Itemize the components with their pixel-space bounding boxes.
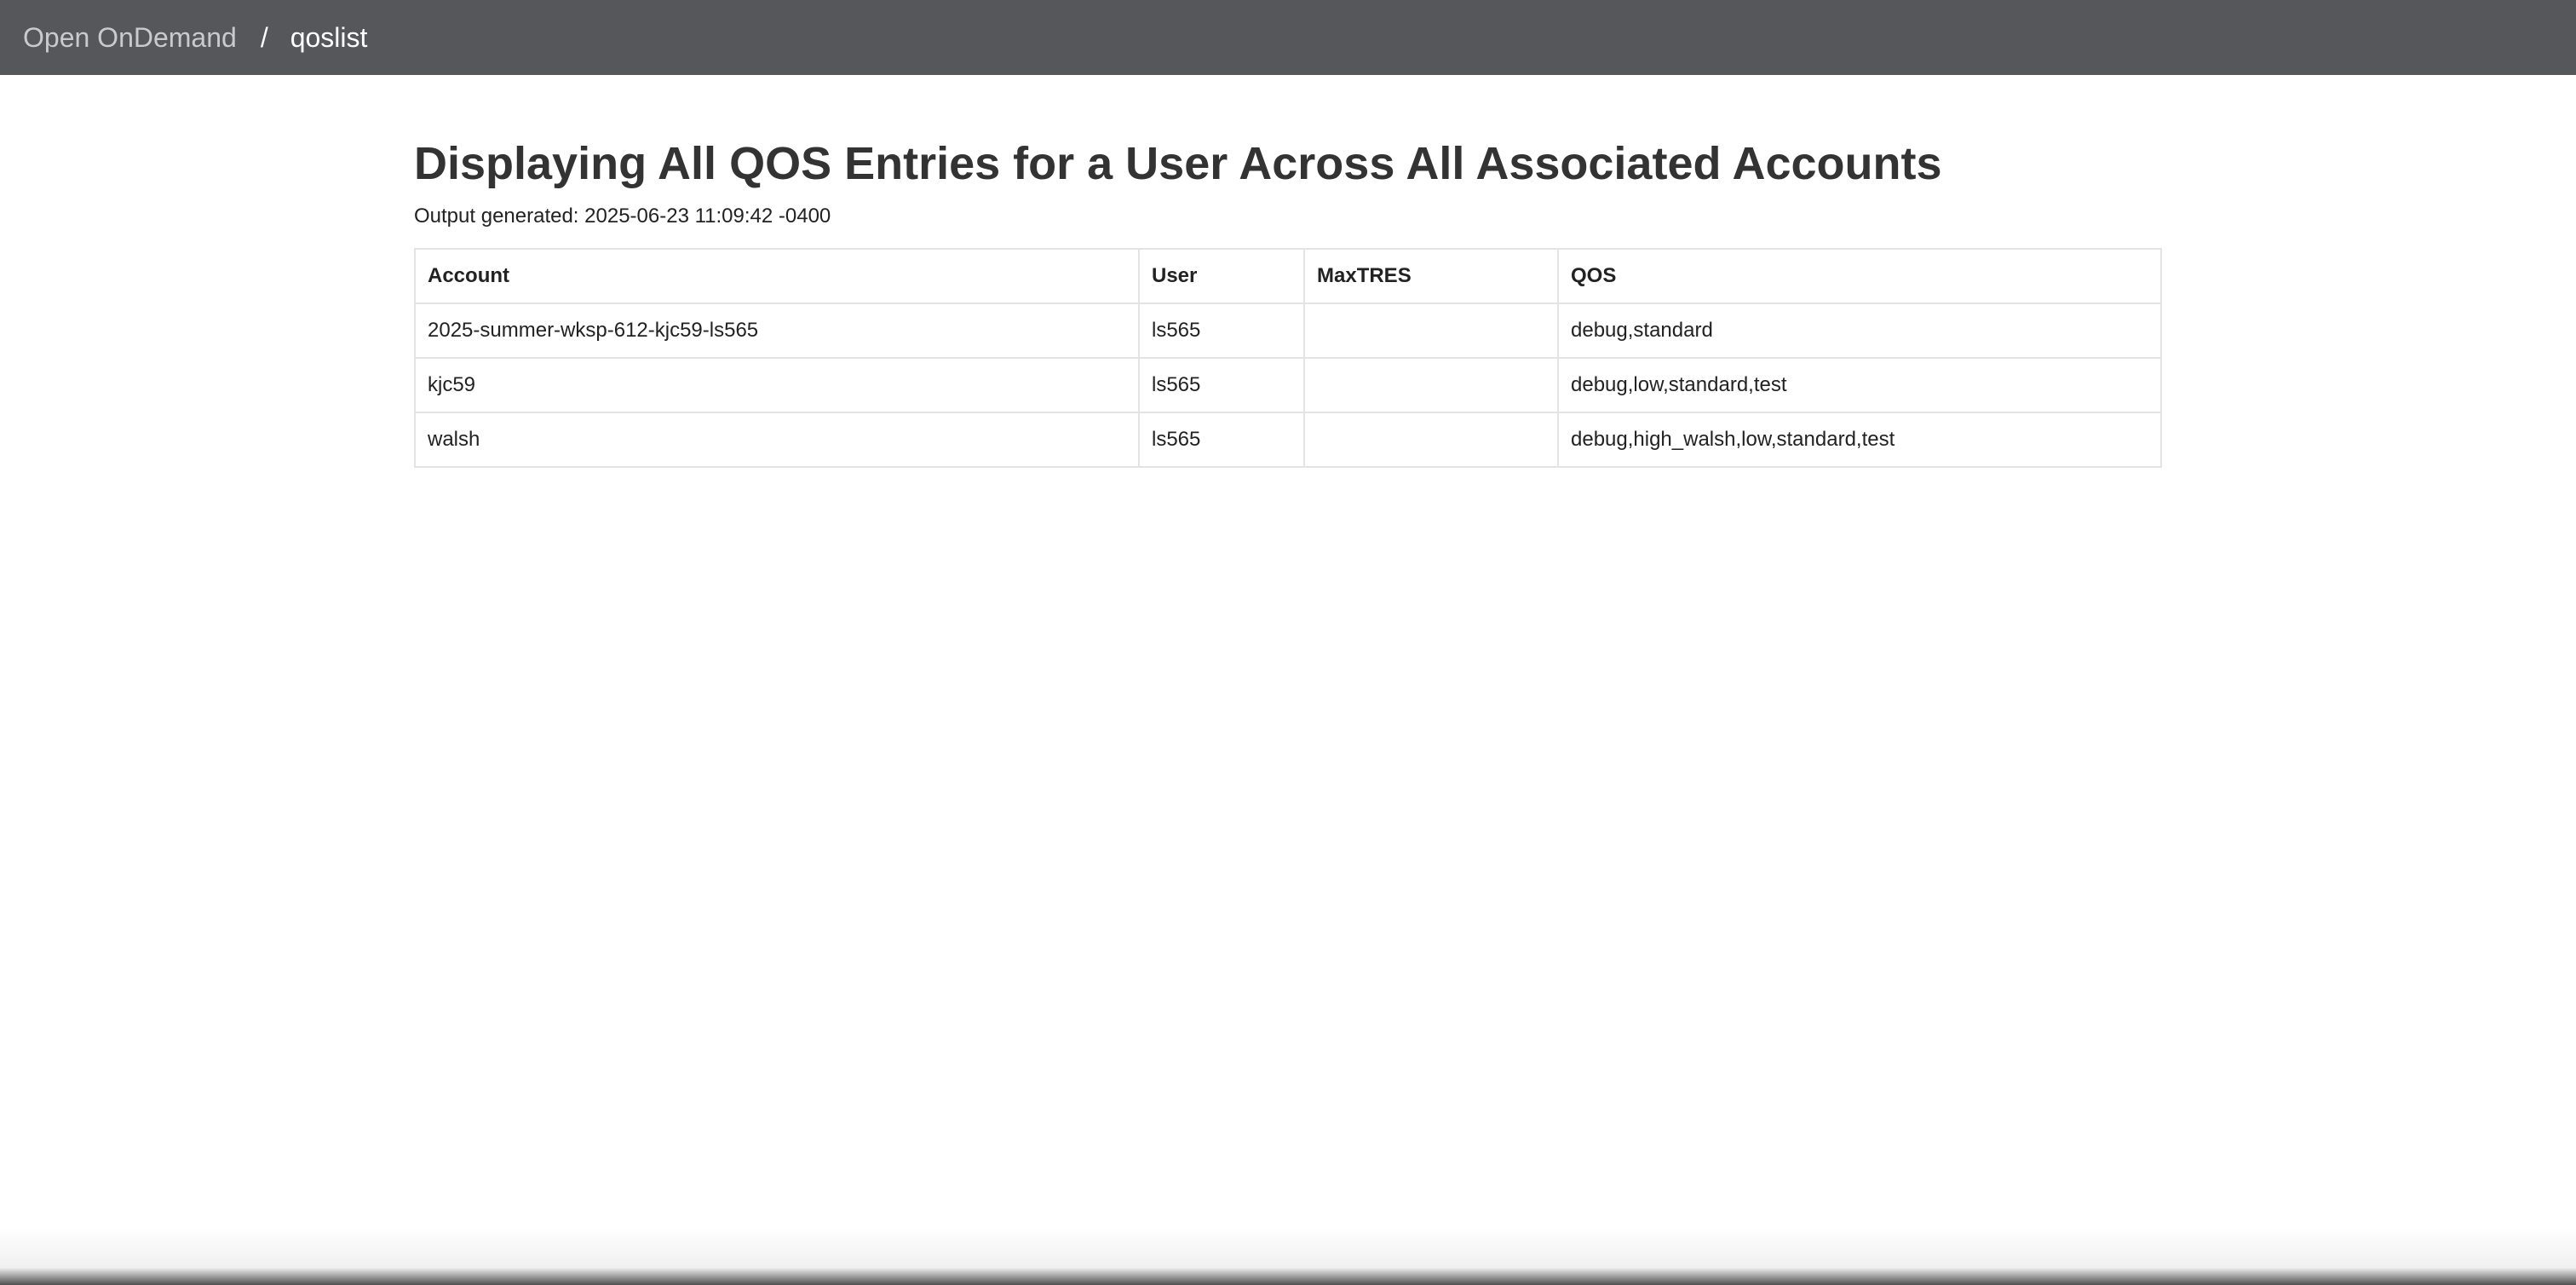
table-header-row: Account User MaxTRES QOS <box>414 248 2162 304</box>
brand-link[interactable]: Open OnDemand <box>23 22 237 54</box>
cell-qos: debug,standard <box>1557 303 2162 359</box>
table-row: kjc59 ls565 debug,low,standard,test <box>414 357 2162 413</box>
header-maxtres: MaxTRES <box>1303 248 1559 304</box>
qos-table: Account User MaxTRES QOS 2025-summer-wks… <box>414 248 2162 468</box>
cell-user: ls565 <box>1138 412 1305 468</box>
breadcrumb-current: qoslist <box>290 21 368 53</box>
header-user: User <box>1138 248 1305 304</box>
cell-maxtres <box>1303 357 1559 413</box>
cell-account: 2025-summer-wksp-612-kjc59-ls565 <box>414 303 1140 359</box>
cell-account: kjc59 <box>414 357 1140 413</box>
breadcrumb-separator: / <box>260 21 268 53</box>
header-account: Account <box>414 248 1140 304</box>
output-generated-text: Output generated: 2025-06-23 11:09:42 -0… <box>414 205 831 228</box>
window-bottom-shadow <box>0 1227 2576 1285</box>
table-row: 2025-summer-wksp-612-kjc59-ls565 ls565 d… <box>414 303 2162 359</box>
cell-user: ls565 <box>1138 303 1305 359</box>
table-row: walsh ls565 debug,high_walsh,low,standar… <box>414 412 2162 468</box>
top-navbar: Open OnDemand / qoslist <box>0 0 2576 75</box>
cell-maxtres <box>1303 412 1559 468</box>
header-qos: QOS <box>1557 248 2162 304</box>
cell-account: walsh <box>414 412 1140 468</box>
cell-user: ls565 <box>1138 357 1305 413</box>
cell-maxtres <box>1303 303 1559 359</box>
page-title: Displaying All QOS Entries for a User Ac… <box>414 138 1942 189</box>
cell-qos: debug,low,standard,test <box>1557 357 2162 413</box>
cell-qos: debug,high_walsh,low,standard,test <box>1557 412 2162 468</box>
